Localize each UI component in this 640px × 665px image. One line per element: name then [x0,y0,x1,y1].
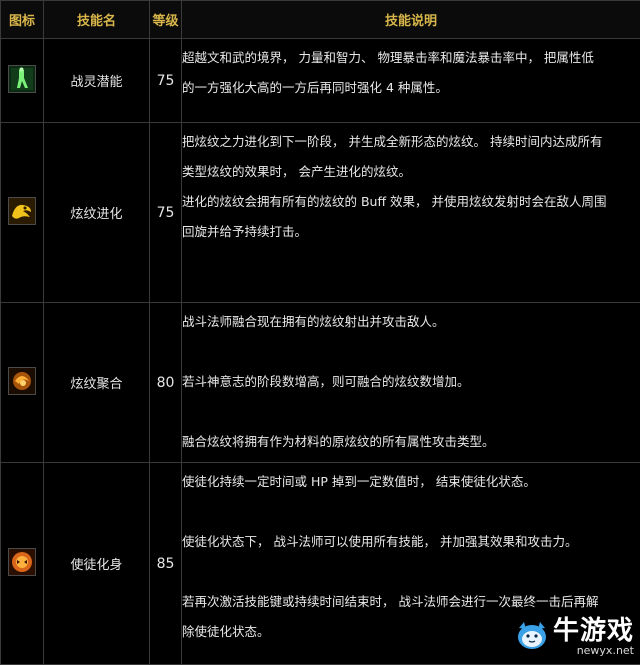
mascot-icon [515,620,549,654]
skill-name: 炫纹进化 [43,122,150,303]
watermark-logo: 牛游戏 newyx.net [515,617,634,657]
description-line: 若再次激活技能键或持续时间结束时， 战斗法师会进行一次最终一击后再解 [182,594,599,609]
table-row: 炫纹聚合 80 战斗法师融合现在拥有的炫纹射出并攻击敌人。 若斗神意志的阶段数增… [0,302,640,463]
description-line: 把炫纹之力进化到下一阶段， 并生成全新形态的炫纹。 持续时间内达成所有 [182,134,603,149]
skills-table: 图标 技能名 等级 技能说明 战灵潜能 75 超越文和武的境界， 力量和智力、 … [0,0,640,665]
table-header-row: 图标 技能名 等级 技能说明 [0,0,640,39]
skill-level: 75 [149,38,182,123]
icon-cell [0,122,44,303]
skill-level: 80 [149,302,182,463]
header-description: 技能说明 [181,0,640,39]
icon-cell [0,302,44,463]
description-line: 的一方强化大高的一方后再同时强化 4 种属性。 [182,80,448,95]
skill-description: 战斗法师融合现在拥有的炫纹射出并攻击敌人。 若斗神意志的阶段数增高，则可融合的炫… [181,302,640,463]
skill-description: 把炫纹之力进化到下一阶段， 并生成全新形态的炫纹。 持续时间内达成所有 类型炫纹… [181,122,640,303]
orange-orb-icon [8,367,36,395]
header-icon: 图标 [0,0,44,39]
skill-name: 炫纹聚合 [43,302,150,463]
header-skill-name: 技能名 [43,0,150,39]
description-line: 回旋并给予持续打击。 [182,224,308,239]
description-line: 超越文和武的境界， 力量和智力、 物理暴击率和魔法暴击率中， 把属性低 [182,50,594,65]
description-line: 使徒化持续一定时间或 HP 掉到一定数值时， 结束使徒化状态。 [182,474,536,489]
icon-cell [0,462,44,665]
skill-level: 85 [149,462,182,665]
description-line: 若斗神意志的阶段数增高，则可融合的炫纹数增加。 [182,374,470,389]
description-line: 使徒化状态下， 战斗法师可以使用所有技能， 并加强其效果和攻击力。 [182,534,578,549]
description-line: 类型炫纹的效果时， 会产生进化的炫纹。 [182,164,411,179]
skill-name: 战灵潜能 [43,38,150,123]
green-figure-icon [8,65,36,93]
watermark-site: newyx.net [576,644,634,657]
table-row: 炫纹进化 75 把炫纹之力进化到下一阶段， 并生成全新形态的炫纹。 持续时间内达… [0,122,640,303]
description-line: 进化的炫纹会拥有所有的炫纹的 Buff 效果， 并使用炫纹发射时会在敌人周围 [182,194,607,209]
description-line: 战斗法师融合现在拥有的炫纹射出并攻击敌人。 [182,314,445,329]
icon-cell [0,38,44,123]
skill-level: 75 [149,122,182,303]
table-row: 战灵潜能 75 超越文和武的境界， 力量和智力、 物理暴击率和魔法暴击率中， 把… [0,38,640,123]
header-level: 等级 [149,0,182,39]
skill-description: 超越文和武的境界， 力量和智力、 物理暴击率和魔法暴击率中， 把属性低 的一方强… [181,38,640,123]
description-line: 融合炫纹将拥有作为材料的原炫纹的所有属性攻击类型。 [182,434,495,449]
skill-name: 使徒化身 [43,462,150,665]
orange-beast-icon [8,548,36,576]
yellow-dragon-icon [8,197,36,225]
watermark-brand: 牛游戏 [552,616,634,646]
